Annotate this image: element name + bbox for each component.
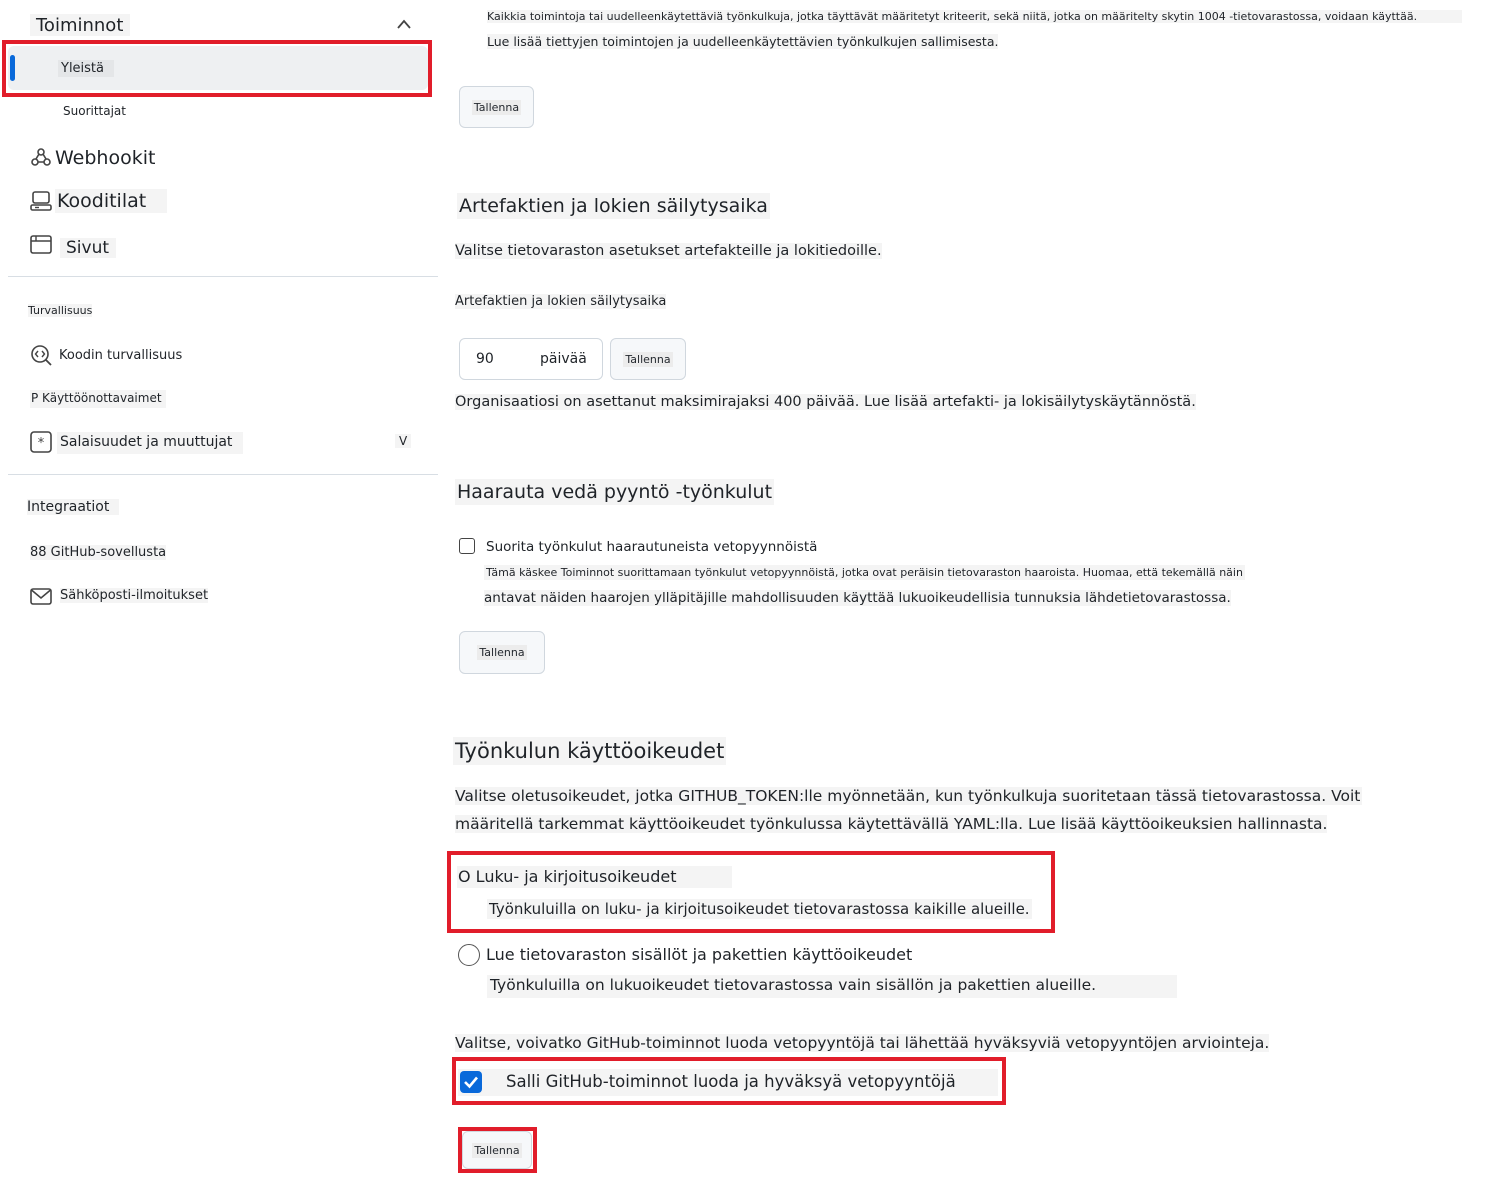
sidebar-item-codespaces[interactable]: Kooditilat [55,189,167,213]
sidebar-section-actions[interactable]: Toiminnot [30,14,130,36]
sidebar-item-webhooks[interactable]: Webhookit [55,147,155,169]
sidebar-actions-title: Toiminnot [36,15,124,36]
save-button-retention[interactable]: Tallenna [610,338,686,380]
option-read-only-desc-text: Työnkuluilla on lukuoikeudet tietovarast… [490,976,1097,994]
sidebar-item-deploy-keys[interactable]: P Käyttöönottavaimet [30,390,166,408]
sidebar-divider [8,474,438,475]
retention-description: Valitse tietovaraston asetukset artefakt… [455,243,882,259]
fork-pr-help-1: Tämä käskee Toiminnot suorittamaan työnk… [484,565,1245,580]
fork-pr-checkbox-label[interactable]: Suorita työnkulut haarautuneista vetopyy… [486,539,817,555]
sidebar-item-code-security[interactable]: Koodin turvallisuus [59,348,182,363]
sidebar-item-pages[interactable]: Sivut [60,238,116,258]
asterisk-icon: * [30,431,52,453]
fork-pr-title: Haarauta vedä pyyntö -työnkulut [455,479,775,505]
pr-permissions-description: Valitse, voivatko GitHub-toiminnot luoda… [455,1034,1270,1052]
workflow-permissions-desc-1: Valitse oletusoikeudet, jotka GITHUB_TOK… [455,787,1363,805]
retention-days-unit: päivää [540,351,587,367]
radio-read-only[interactable] [458,944,480,966]
sidebar-item-secrets[interactable]: Salaisuudet ja muuttujat [57,432,243,454]
sidebar-item-secrets-label: Salaisuudet ja muuttujat [60,434,233,450]
codespaces-icon [30,191,52,211]
fork-pr-checkbox[interactable] [459,538,475,554]
option-read-only-desc: Työnkuluilla on lukuoikeudet tietovarast… [487,975,1177,998]
sidebar-integrations-heading: Integraatiot [27,499,120,515]
sidebar-item-codespaces-label: Kooditilat [57,190,147,212]
mail-icon [30,588,52,605]
highlight-box-save-permissions [458,1127,537,1173]
save-label: Tallenna [471,99,522,115]
retention-field-label: Artefaktien ja lokien säilytysaika [455,294,667,309]
save-button-allowed-actions[interactable]: Tallenna [459,86,534,128]
highlight-box-read-write [447,851,1055,933]
workflow-permissions-desc-2[interactable]: määritellä tarkemmat käyttöoikeudet työn… [455,815,1328,833]
save-label: Tallenna [623,351,673,367]
allowed-actions-description: Kaikkia toimintoja tai uudelleenkäytettä… [487,10,1462,23]
sidebar-item-deploy-keys-label: P Käyttöönottavaimet [31,391,162,405]
sidebar-item-email[interactable]: Sähköposti-ilmoitukset [60,588,209,603]
chevron-down-icon[interactable]: V [395,434,412,448]
webhook-icon [31,148,51,166]
save-button-fork-pr[interactable]: Tallenna [459,631,545,674]
fork-pr-help-2: antavat näiden haarojen ylläpitäjille ma… [484,590,1231,606]
highlight-box-allow-pr [452,1057,1006,1105]
sidebar-divider [8,276,438,277]
retention-days-input[interactable]: 90 päivää [459,338,603,380]
workflow-permissions-title: Työnkulun käyttöoikeudet [453,737,727,765]
sidebar-item-runners[interactable]: Suorittajat [63,104,126,118]
sidebar-item-github-apps[interactable]: 88 GitHub-sovellusta [30,545,167,560]
code-scan-icon [31,345,52,366]
sidebar-security-heading: Turvallisuus [28,304,93,317]
retention-title: Artefaktien ja lokien säilytysaika [457,193,770,219]
chevron-up-icon[interactable] [396,18,412,30]
retention-days-value: 90 [476,351,494,367]
sidebar-item-pages-label: Sivut [66,238,110,258]
retention-limit-note[interactable]: Organisaatiosi on asettanut maksimirajak… [455,394,1196,410]
allowed-actions-learn-more-link[interactable]: Lue lisää tiettyjen toimintojen ja uudel… [487,34,999,49]
highlight-box-general [2,40,432,97]
svg-text:*: * [38,436,45,451]
option-read-only-label[interactable]: Lue tietovaraston sisällöt ja pakettien … [486,945,912,964]
pages-icon [30,235,52,254]
save-label: Tallenna [477,645,527,660]
